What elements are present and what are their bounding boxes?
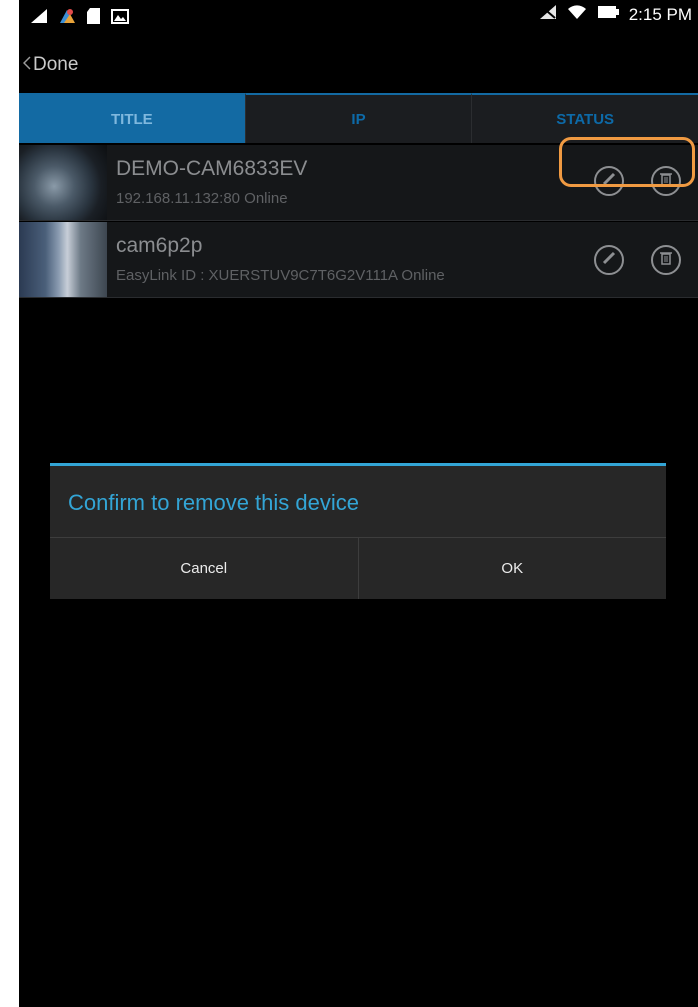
done-back-button[interactable]: Done <box>22 54 79 76</box>
tab-bar: TITLE IP STATUS <box>19 93 698 143</box>
device-subtitle: EasyLink ID : XUERSTUV9C7T6G2V111A Onlin… <box>116 267 445 284</box>
camera-app-icon <box>58 8 76 29</box>
done-label: Done <box>33 54 79 75</box>
tab-status[interactable]: STATUS <box>471 93 698 143</box>
device-row[interactable]: DEMO-CAM6833EV 192.168.11.132:80 Online <box>19 145 698 221</box>
tab-title[interactable]: TITLE <box>19 93 245 143</box>
confirm-dialog: Confirm to remove this device Cancel OK <box>50 463 666 599</box>
trash-icon <box>660 251 672 270</box>
app-screen: 2:15 PM Done TITLE IP STATUS DEMO-CAM683… <box>19 0 698 1007</box>
trash-icon <box>660 172 672 191</box>
delete-device-button[interactable] <box>651 245 681 275</box>
sd-card-icon <box>87 8 100 29</box>
edit-device-button[interactable] <box>594 245 624 275</box>
delete-device-button[interactable] <box>651 166 681 196</box>
cancel-button[interactable]: Cancel <box>50 538 358 599</box>
gallery-icon <box>111 8 129 29</box>
edit-device-button[interactable] <box>594 166 624 196</box>
no-signal-icon <box>539 4 557 25</box>
status-bar: 2:15 PM <box>19 0 698 32</box>
dialog-button-bar: Cancel OK <box>50 537 666 599</box>
wifi-icon <box>567 4 587 25</box>
tab-ip[interactable]: IP <box>244 93 472 143</box>
pencil-icon <box>602 172 616 191</box>
dialog-message: Confirm to remove this device <box>68 490 359 515</box>
chevron-left-icon <box>22 54 31 76</box>
device-name: cam6p2p <box>116 234 203 257</box>
device-name: DEMO-CAM6833EV <box>116 157 308 180</box>
camera-thumbnail <box>19 145 107 220</box>
device-row[interactable]: cam6p2p EasyLink ID : XUERSTUV9C7T6G2V11… <box>19 222 698 298</box>
signal-icon <box>31 9 47 28</box>
battery-icon <box>597 5 619 24</box>
status-time: 2:15 PM <box>628 4 692 24</box>
camera-thumbnail <box>19 222 107 297</box>
ok-button[interactable]: OK <box>357 538 667 599</box>
pencil-icon <box>602 251 616 270</box>
device-subtitle: 192.168.11.132:80 Online <box>116 190 288 207</box>
